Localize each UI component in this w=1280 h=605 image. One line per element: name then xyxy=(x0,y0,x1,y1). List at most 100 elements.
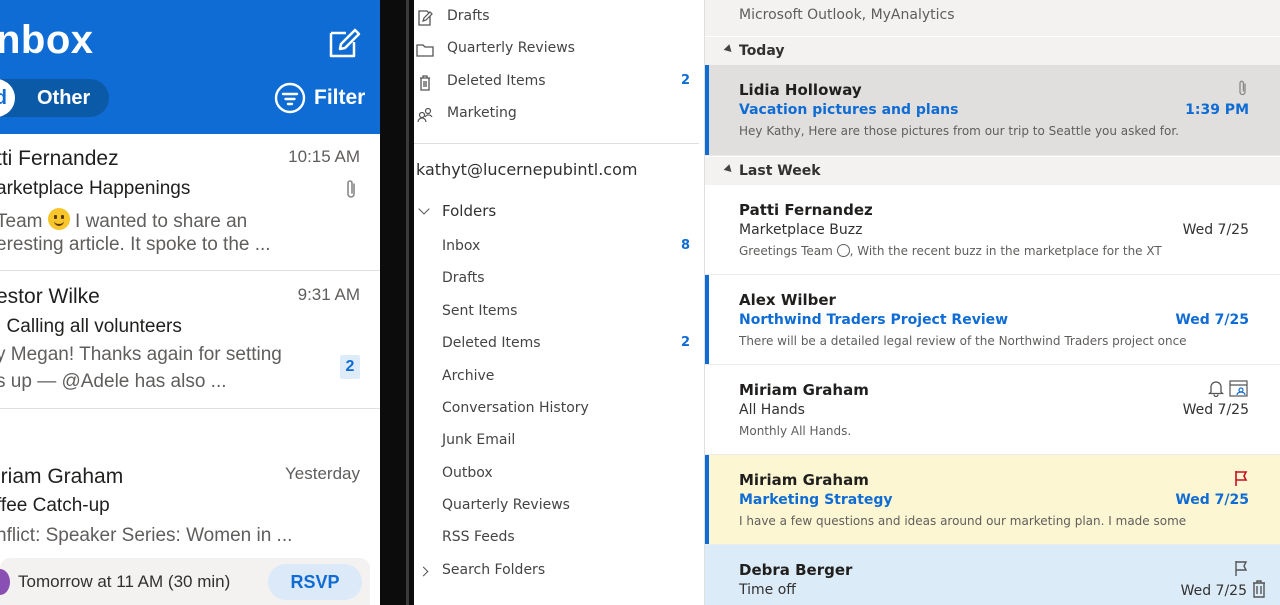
message-sender: iriam Graham xyxy=(0,465,124,488)
folder-label: Deleted Items xyxy=(442,335,541,351)
folder-outbox[interactable]: Outbox xyxy=(414,461,704,489)
folder-quarterly-reviews[interactable]: Quarterly Reviews xyxy=(414,493,704,521)
folder-inbox[interactable]: Inbox 8 xyxy=(414,234,704,262)
folder-deleted-items[interactable]: Deleted Items 2 xyxy=(414,331,704,359)
event-time: Tomorrow at 11 AM (30 min) xyxy=(18,572,231,591)
list-item[interactable]: Lidia Holloway Vacation pictures and pla… xyxy=(705,65,1280,156)
flag-outline-icon[interactable] xyxy=(1233,559,1249,577)
smiley-emoji-icon xyxy=(47,208,70,230)
list-item[interactable]: estor Wilke 9:31 AM : Calling all volunt… xyxy=(0,271,380,409)
message-preview: nflict: Speaker Series: Women in ... xyxy=(0,525,293,546)
folder-archive[interactable]: Archive xyxy=(414,364,704,392)
message-time: 9:31 AM xyxy=(297,285,360,304)
message-date: Wed 7/25 xyxy=(1182,402,1249,418)
message-icons xyxy=(1207,379,1249,397)
message-sender: Miriam Graham xyxy=(739,471,869,489)
message-date: Wed 7/25 xyxy=(1175,492,1249,508)
tab-other[interactable]: Other xyxy=(37,79,90,117)
list-item[interactable]: Miriam Graham Marketing Strategy I have … xyxy=(705,455,1280,545)
favorite-marketing[interactable]: Marketing xyxy=(414,101,704,129)
compose-icon[interactable] xyxy=(326,25,362,61)
group-label: Last Week xyxy=(739,163,821,179)
folder-icon xyxy=(416,44,434,57)
group-icon xyxy=(417,107,433,123)
group-header-today[interactable]: Today xyxy=(705,37,1280,65)
folder-label: Archive xyxy=(442,368,495,384)
favorite-drafts[interactable]: Drafts xyxy=(414,4,704,32)
chevron-down-icon xyxy=(418,203,430,215)
filter-label: Filter xyxy=(314,86,366,109)
message-subject: Marketplace Buzz xyxy=(739,222,863,238)
message-sender: estor Wilke xyxy=(0,285,100,308)
message-subject: : Calling all volunteers xyxy=(0,316,182,337)
message-preview-line2: eresting article. It spoke to the ... xyxy=(0,234,271,255)
message-preview: Monthly All Hands. xyxy=(739,424,852,438)
avatar xyxy=(0,569,10,595)
message-icons xyxy=(1233,469,1249,487)
folder-drafts[interactable]: Drafts xyxy=(414,266,704,294)
folder-unread-count: 8 xyxy=(680,238,690,253)
message-preview: There will be a detailed legal review of… xyxy=(739,334,1187,348)
meeting-icon xyxy=(1229,380,1248,397)
delete-icon[interactable] xyxy=(1251,579,1267,599)
message-time: 10:15 AM xyxy=(288,147,360,166)
list-item[interactable]: Debra Berger Time off Wed 7/25 xyxy=(705,545,1280,605)
folder-label: RSS Feeds xyxy=(442,529,515,545)
folder-sent-items[interactable]: Sent Items xyxy=(414,299,704,327)
message-preview: Team I wanted to share an xyxy=(0,208,247,233)
folder-pane: Drafts Quarterly Reviews Deleted Items 2… xyxy=(414,0,704,605)
chevron-right-icon xyxy=(418,566,429,577)
list-item[interactable]: Microsoft Outlook, MyAnalytics xyxy=(705,0,1280,36)
folder-unread-count: 2 xyxy=(680,73,690,88)
tab-focused[interactable]: d xyxy=(0,79,15,117)
account-email[interactable]: kathyt@lucernepubintl.com xyxy=(416,160,637,179)
message-date: Wed 7/25 xyxy=(1175,312,1249,328)
message-sender: Patti Fernandez xyxy=(739,201,873,219)
device-bezel xyxy=(380,0,414,605)
filter-button[interactable]: Filter xyxy=(274,81,365,115)
list-item[interactable]: tti Fernandez 10:15 AM arketplace Happen… xyxy=(0,134,380,271)
bell-icon[interactable] xyxy=(1207,379,1225,397)
message-time: Yesterday xyxy=(285,464,360,483)
folder-label: Quarterly Reviews xyxy=(442,497,570,513)
focused-other-toggle[interactable]: d Other xyxy=(0,79,109,117)
attachment-icon xyxy=(347,180,355,198)
message-sender: Alex Wilber xyxy=(739,291,836,309)
message-icons xyxy=(1237,79,1249,97)
list-item[interactable]: iriam Graham Yesterday ffee Catch-up nfl… xyxy=(0,409,380,558)
folder-label: Outbox xyxy=(442,465,493,481)
message-preview: Microsoft Outlook, MyAnalytics xyxy=(739,7,955,23)
message-subject: Time off xyxy=(739,582,796,598)
list-item[interactable]: Patti Fernandez Marketplace Buzz Greetin… xyxy=(705,185,1280,275)
list-item[interactable]: Miriam Graham All Hands Monthly All Hand… xyxy=(705,365,1280,455)
unread-count-badge: 2 xyxy=(340,355,360,379)
mobile-inbox-title: nbox xyxy=(0,18,94,62)
folder-conversation-history[interactable]: Conversation History xyxy=(414,396,704,424)
rsvp-button[interactable]: RSVP xyxy=(268,564,362,600)
group-label: Today xyxy=(739,43,785,59)
message-date: Wed 7/25 xyxy=(1182,222,1249,238)
folder-label: Drafts xyxy=(447,8,490,24)
collapse-triangle-icon xyxy=(723,164,735,175)
list-item[interactable]: Alex Wilber Northwind Traders Project Re… xyxy=(705,275,1280,365)
group-header-last-week[interactable]: Last Week xyxy=(705,157,1280,185)
favorite-quarterly-reviews[interactable]: Quarterly Reviews xyxy=(414,36,704,64)
folder-label: Conversation History xyxy=(442,400,589,416)
folder-label: Deleted Items xyxy=(447,73,546,89)
flag-icon[interactable] xyxy=(1233,469,1249,487)
folder-rss-feeds[interactable]: RSS Feeds xyxy=(414,525,704,553)
mobile-header: nbox d Other Filter xyxy=(0,0,380,134)
message-subject: All Hands xyxy=(739,402,805,418)
folders-header[interactable]: Folders xyxy=(418,202,496,220)
filter-icon xyxy=(274,82,306,114)
message-subject: arketplace Happenings xyxy=(0,178,191,199)
message-preview: y Megan! Thanks again for setting xyxy=(0,344,282,365)
message-preview: Hey Kathy, Here are those pictures from … xyxy=(739,124,1179,138)
message-sender: Debra Berger xyxy=(739,561,853,579)
event-card: Tomorrow at 11 AM (30 min) RSVP xyxy=(0,558,370,605)
message-subject: ffee Catch-up xyxy=(0,495,110,516)
attachment-icon xyxy=(1239,80,1246,96)
folder-junk-email[interactable]: Junk Email xyxy=(414,428,704,456)
favorite-deleted-items[interactable]: Deleted Items 2 xyxy=(414,69,704,97)
folder-search-folders[interactable]: Search Folders xyxy=(414,558,704,586)
